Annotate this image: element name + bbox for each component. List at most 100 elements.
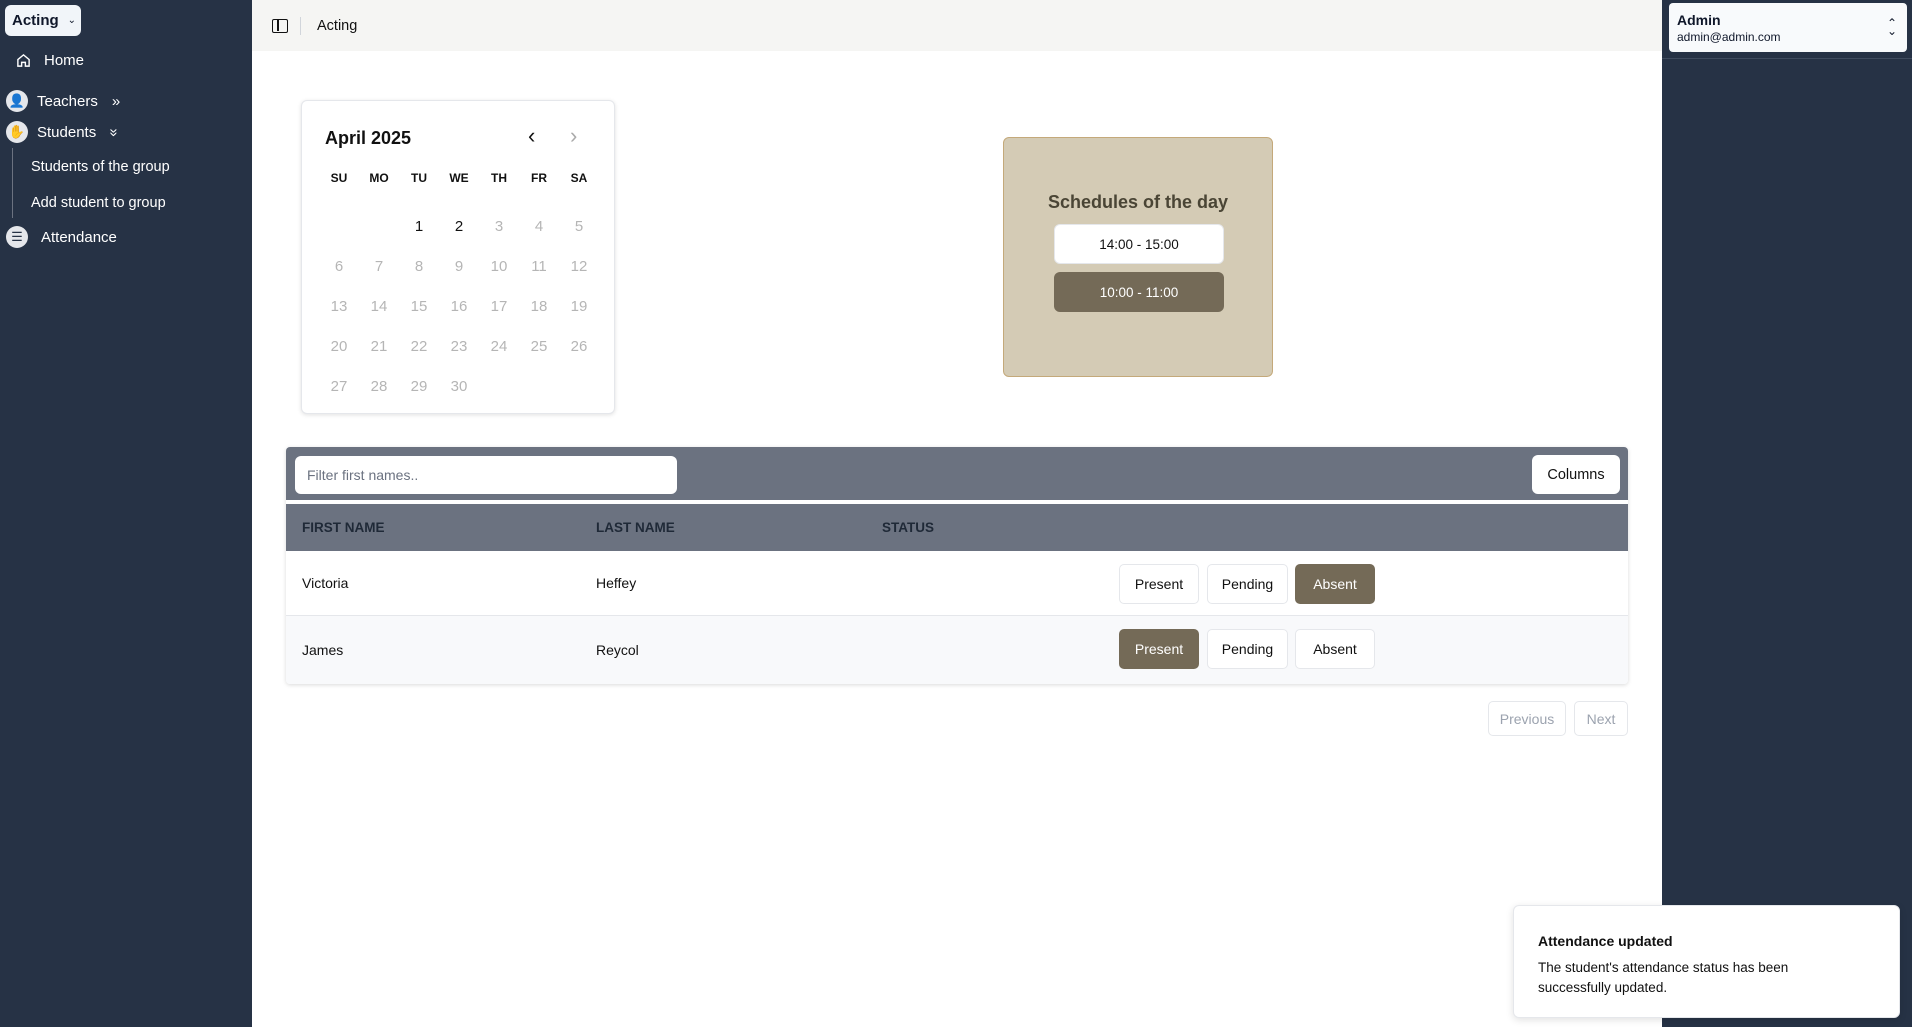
sidebar-toggle-icon[interactable] [272,18,288,33]
user-menu[interactable]: Admin admin@admin.com ⌃ ⌄ [1669,3,1907,52]
sidebar-item-label: Students [37,123,97,141]
pending-button[interactable]: Pending [1207,629,1288,669]
calendar-blank [359,206,399,246]
calendar-month-title: April 2025 [325,128,412,148]
calendar-day: 17 [490,297,508,315]
subnav-divider [12,148,13,218]
calendar-day: 28 [370,377,388,395]
calendar-day: 18 [530,297,548,315]
table-toolbar: Columns [286,447,1628,502]
sidebar-item-label: Teachers [37,92,98,110]
schedules-title: Schedules of the day [1047,192,1229,212]
student-icon: ✋ [6,121,28,143]
divider [300,16,301,35]
calendar-day: 7 [374,257,384,275]
columns-button[interactable]: Columns [1532,455,1620,494]
divider [1662,58,1912,59]
user-email: admin@admin.com [1677,30,1781,44]
calendar-day: 23 [450,337,468,355]
calendar-day: 20 [330,337,348,355]
sidebar-item-label: Attendance [41,228,117,246]
user-name: Admin [1677,12,1721,28]
chevron-right-double-icon: » [111,92,121,110]
weekday-header: FR [531,171,547,185]
chevron-up-down-icon: ⌃ ⌄ [1886,16,1897,38]
calendar-day: 15 [410,297,428,315]
sidebar-item-label: Home [44,51,85,69]
calendar-day: 13 [330,297,348,315]
sidebar-item-home[interactable]: Home [12,49,84,71]
weekday-header: TH [491,171,507,185]
team-switcher[interactable]: Acting ⌄ [5,5,81,36]
sidebar-subitem-add-student[interactable]: Add student to group [31,195,166,211]
attendance-icon: ☰ [6,226,28,248]
pending-button[interactable]: Pending [1207,564,1288,604]
top-bar: Acting [252,0,1662,51]
calendar-day: 3 [494,217,504,235]
sidebar-item-attendance[interactable]: ☰ Attendance [6,226,117,248]
absent-button[interactable]: Absent [1295,564,1375,604]
column-header-first-name[interactable]: FIRST NAME [302,504,385,551]
sidebar-subitem-students-of-group[interactable]: Students of the group [31,159,170,175]
calendar-blank [319,206,359,246]
sidebar: Acting ⌄ Home 👤 Teachers » ✋ Students » … [0,0,252,1027]
table-header: FIRST NAME LAST NAME STATUS [286,504,1628,551]
calendar-day: 6 [334,257,344,275]
schedules-card: Schedules of the day 14:00 - 15:00 10:00… [1003,137,1273,377]
calendar-day: 9 [454,257,464,275]
calendar-day[interactable]: 1 [399,206,439,246]
sidebar-item-teachers[interactable]: 👤 Teachers » [6,90,120,112]
calendar-day: 19 [570,297,588,315]
weekday-header: TU [411,171,427,185]
chevron-left-icon[interactable]: ‹ [528,123,535,149]
schedule-slot-button[interactable]: 14:00 - 15:00 [1054,224,1224,264]
schedule-slot-button-selected[interactable]: 10:00 - 11:00 [1054,272,1224,312]
right-panel: Admin admin@admin.com ⌃ ⌄ [1662,0,1912,1027]
weekday-header: SU [330,171,348,185]
chevron-down-icon: ⌄ [67,15,77,26]
person-icon: 👤 [6,90,28,112]
calendar-day: 14 [370,297,388,315]
home-icon [12,49,34,71]
team-name: Acting [12,12,59,29]
toast-notification: Attendance updated The student's attenda… [1513,905,1900,1018]
calendar-day: 25 [530,337,548,355]
calendar-day: 4 [534,217,544,235]
absent-button[interactable]: Absent [1295,629,1375,669]
chevron-down-double-icon: » [105,127,123,137]
calendar-day: 10 [490,257,508,275]
calendar-day: 30 [450,377,468,395]
calendar-day[interactable]: 2 [439,206,479,246]
present-button[interactable]: Present [1119,629,1199,669]
toast-description: The student's attendance status has been… [1538,960,1789,995]
calendar-day: 5 [574,217,584,235]
calendar-day: 11 [531,257,547,275]
weekday-header: MO [369,171,389,185]
calendar-day: 24 [490,337,508,355]
breadcrumb: Acting [317,17,358,34]
weekday-header: WE [449,171,469,185]
last-name-cell: Reycol [596,642,639,658]
chevron-right-icon[interactable]: › [570,123,577,149]
calendar-day: 16 [450,297,468,315]
weekday-header: SA [570,171,588,185]
calendar-day: 21 [370,337,388,355]
toast-title: Attendance updated [1538,933,1673,949]
table-row: James Reycol Present Pending Absent [286,616,1628,684]
column-header-last-name[interactable]: LAST NAME [596,504,675,551]
previous-page-button[interactable]: Previous [1488,701,1566,736]
first-name-cell: Victoria [302,575,349,591]
date-calendar: April 2025 ‹ › SU MO TU WE TH FR SA 1 2 3 4 5 6 7 8 9 10… [301,100,615,414]
table-row: Victoria Heffey Present Pending Absent [286,551,1628,616]
calendar-day: 27 [330,377,348,395]
column-header-status[interactable]: STATUS [882,504,934,551]
calendar-day: 12 [570,257,588,275]
present-button[interactable]: Present [1119,564,1199,604]
filter-first-names-input[interactable] [295,456,677,494]
calendar-day: 26 [570,337,588,355]
calendar-day: 22 [410,337,428,355]
calendar-grid: SU MO TU WE TH FR SA 1 2 3 4 5 6 7 8 9 10 11 12 13 14 15 16 17 1… [319,166,599,406]
sidebar-item-students[interactable]: ✋ Students » [6,121,123,143]
last-name-cell: Heffey [596,575,637,591]
next-page-button[interactable]: Next [1574,701,1628,736]
